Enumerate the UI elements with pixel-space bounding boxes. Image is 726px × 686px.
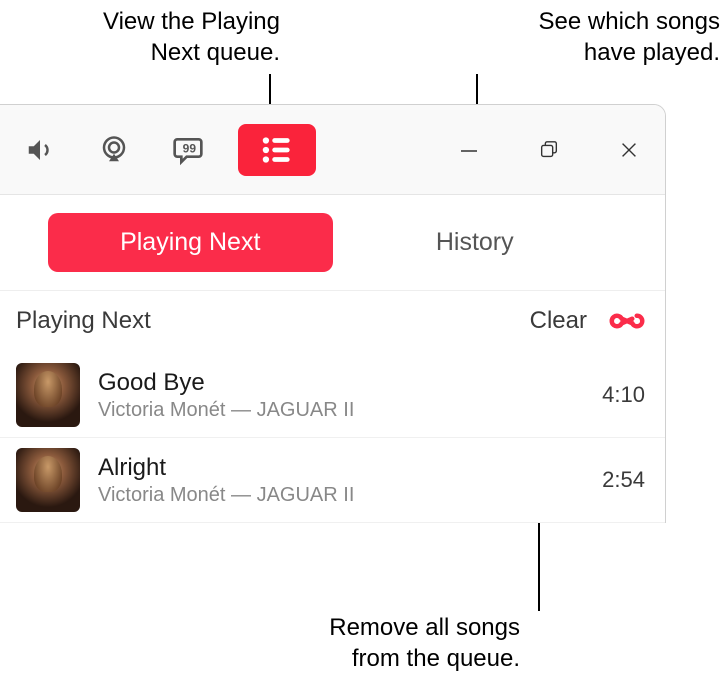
album-art [16,363,80,427]
track-duration: 2:54 [602,467,645,493]
track-row[interactable]: Alright Victoria Monét — JAGUAR II 2:54 [0,438,665,523]
track-row[interactable]: Good Bye Victoria Monét — JAGUAR II 4:10 [0,353,665,438]
callout-history: See which songshave played. [500,6,720,68]
track-duration: 4:10 [602,382,645,408]
track-list: Good Bye Victoria Monét — JAGUAR II 4:10… [0,347,665,523]
queue-tabs: Playing Next History [0,195,665,290]
maximize-icon[interactable] [529,130,569,170]
queue-icon[interactable] [238,124,316,176]
tab-history[interactable]: History [333,213,618,272]
titlebar: 99 [0,105,665,195]
track-artist: Victoria Monét — JAGUAR II [98,399,590,422]
svg-text:99: 99 [183,141,197,155]
volume-icon[interactable] [16,130,64,170]
track-artist: Victoria Monét — JAGUAR II [98,484,590,507]
music-queue-window: 99 [0,104,666,523]
playback-controls: 99 [16,124,316,176]
clear-button[interactable]: Clear [530,307,587,335]
section-title: Playing Next [16,307,530,335]
queue-section-header: Playing Next Clear [0,290,665,347]
lyrics-icon[interactable]: 99 [164,130,212,170]
tab-playing-next[interactable]: Playing Next [48,213,333,272]
callout-clear: Remove all songsfrom the queue. [290,612,520,674]
album-art [16,448,80,512]
window-controls [449,105,649,194]
airplay-icon[interactable] [90,130,138,170]
track-info: Good Bye Victoria Monét — JAGUAR II [98,369,590,422]
track-title: Good Bye [98,369,590,397]
autoplay-infinity-icon[interactable] [609,303,645,339]
minimize-icon[interactable] [449,130,489,170]
close-icon[interactable] [609,130,649,170]
callout-queue: View the PlayingNext queue. [80,6,280,68]
track-info: Alright Victoria Monét — JAGUAR II [98,454,590,507]
track-title: Alright [98,454,590,482]
